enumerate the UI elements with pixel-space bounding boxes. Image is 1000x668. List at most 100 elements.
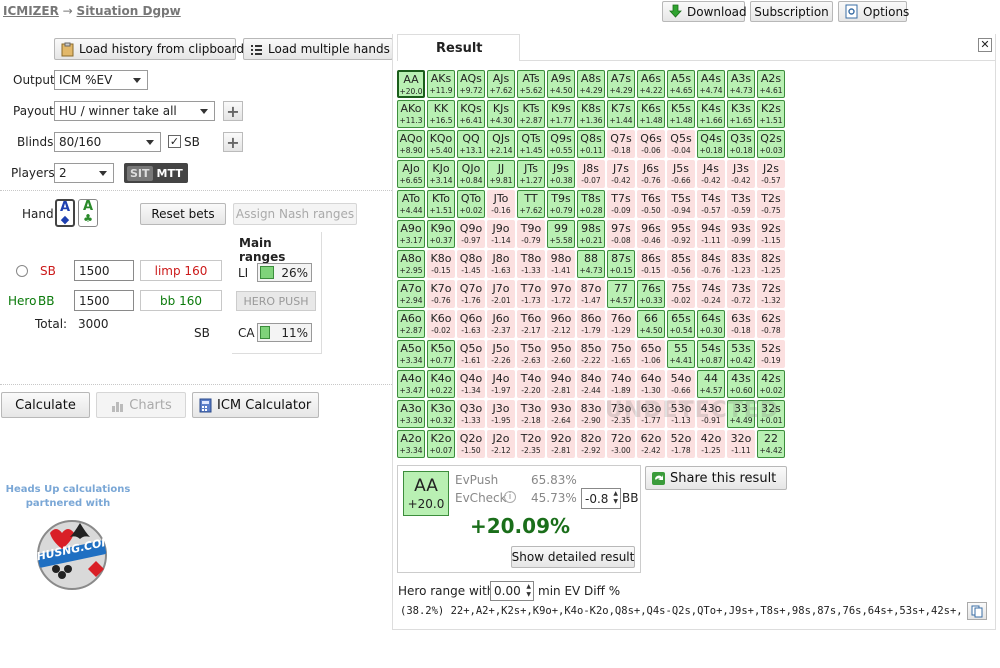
hand-cell-82s[interactable]: 82s -1.25 [757, 250, 785, 278]
hand-cell-73s[interactable]: 73s -0.72 [727, 280, 755, 308]
hand-cell-Q5o[interactable]: Q5o -1.61 [457, 340, 485, 368]
hand-cell-95s[interactable]: 95s -0.92 [667, 220, 695, 248]
hand-cell-KJo[interactable]: KJo +3.14 [427, 160, 455, 188]
hand-cell-43o[interactable]: 43o -0.91 [697, 400, 725, 428]
hand-cell-A7o[interactable]: A7o +2.94 [397, 280, 425, 308]
hand-cell-72o[interactable]: 72o -3.00 [607, 430, 635, 458]
add-payout-button[interactable]: + [223, 101, 243, 121]
hand-cell-93o[interactable]: 93o -2.64 [547, 400, 575, 428]
hand-cell-K6o[interactable]: K6o -0.02 [427, 310, 455, 338]
hand-cell-K3s[interactable]: K3s +1.65 [727, 100, 755, 128]
hand-cell-TT[interactable]: TT +7.62 [517, 190, 545, 218]
sit-option[interactable]: SIT [127, 165, 153, 181]
hand-cell-J6s[interactable]: J6s -0.76 [637, 160, 665, 188]
hand-cell-44[interactable]: 44 +4.57 [697, 370, 725, 398]
sb-radio[interactable] [16, 265, 28, 277]
hand-cell-J5o[interactable]: J5o -2.26 [487, 340, 515, 368]
min-ev-diff-input[interactable]: 0.00 ▲ ▼ [490, 581, 534, 601]
hand-cell-T7o[interactable]: T7o -1.73 [517, 280, 545, 308]
hand-cell-T9s[interactable]: T9s +0.79 [547, 190, 575, 218]
range-string[interactable]: (38.2%) 22+,A2+,K2s+,K9o+,K4o-K2o,Q8s+,Q… [400, 605, 962, 617]
hand-cell-K9o[interactable]: K9o +0.37 [427, 220, 455, 248]
hand-cell-K2s[interactable]: K2s +1.51 [757, 100, 785, 128]
hand-cell-T9o[interactable]: T9o -0.79 [517, 220, 545, 248]
hand-cell-63s[interactable]: 63s -0.18 [727, 310, 755, 338]
hand-cell-97o[interactable]: 97o -1.72 [547, 280, 575, 308]
hand-cell-Q9s[interactable]: Q9s +0.55 [547, 130, 575, 158]
hand-cell-JJ[interactable]: JJ +9.81 [487, 160, 515, 188]
hand-cell-93s[interactable]: 93s -0.99 [727, 220, 755, 248]
hand-cell-AJo[interactable]: AJo +6.65 [397, 160, 425, 188]
info-icon[interactable]: i [504, 491, 516, 503]
hand-cell-AKs[interactable]: AKs +11.9 [427, 70, 455, 98]
hand-cell-T3s[interactable]: T3s -0.59 [727, 190, 755, 218]
hand-cell-54s[interactable]: 54s +0.87 [697, 340, 725, 368]
hand-card-2[interactable]: A ♣ [78, 199, 98, 227]
hand-cell-77[interactable]: 77 +4.57 [607, 280, 635, 308]
hand-cell-95o[interactable]: 95o -2.60 [547, 340, 575, 368]
hand-cell-QJo[interactable]: QJo +0.84 [457, 160, 485, 188]
hand-cell-42s[interactable]: 42s +0.02 [757, 370, 785, 398]
hand-cell-ATo[interactable]: ATo +4.44 [397, 190, 425, 218]
hand-cell-Q7o[interactable]: Q7o -1.76 [457, 280, 485, 308]
hand-cell-KQs[interactable]: KQs +6.41 [457, 100, 485, 128]
hand-cell-53s[interactable]: 53s +0.42 [727, 340, 755, 368]
hand-cell-43s[interactable]: 43s +0.60 [727, 370, 755, 398]
hand-cell-J5s[interactable]: J5s -0.66 [667, 160, 695, 188]
hand-cell-J9o[interactable]: J9o -1.14 [487, 220, 515, 248]
hand-cell-85s[interactable]: 85s -0.56 [667, 250, 695, 278]
hand-cell-AQo[interactable]: AQo +8.90 [397, 130, 425, 158]
hand-cell-A8o[interactable]: A8o +2.95 [397, 250, 425, 278]
hand-cell-Q5s[interactable]: Q5s -0.04 [667, 130, 695, 158]
spinner-icon[interactable]: ▲ ▼ [526, 583, 531, 599]
hand-cell-J6o[interactable]: J6o -2.37 [487, 310, 515, 338]
hand-cell-74s[interactable]: 74s -0.24 [697, 280, 725, 308]
hand-cell-QTo[interactable]: QTo +0.02 [457, 190, 485, 218]
hand-cell-A2o[interactable]: A2o +3.34 [397, 430, 425, 458]
hand-cell-J2o[interactable]: J2o -2.12 [487, 430, 515, 458]
hand-cell-65o[interactable]: 65o -1.06 [637, 340, 665, 368]
hand-cell-Q8o[interactable]: Q8o -1.45 [457, 250, 485, 278]
hand-cell-K5o[interactable]: K5o +0.77 [427, 340, 455, 368]
result-tab[interactable]: Result [397, 34, 520, 61]
reset-bets-button[interactable]: Reset bets [140, 203, 226, 225]
load-history-button[interactable]: Load history from clipboard [54, 38, 244, 60]
hand-cell-64o[interactable]: 64o -1.30 [637, 370, 665, 398]
hand-cell-A9s[interactable]: A9s +4.50 [547, 70, 575, 98]
hand-cell-97s[interactable]: 97s -0.08 [607, 220, 635, 248]
hand-cell-83s[interactable]: 83s -1.23 [727, 250, 755, 278]
hand-cell-T4s[interactable]: T4s -0.57 [697, 190, 725, 218]
hand-cell-K7s[interactable]: K7s +1.44 [607, 100, 635, 128]
blinds-select[interactable]: 80/160 [54, 132, 161, 152]
hand-cell-QQ[interactable]: QQ +13.1 [457, 130, 485, 158]
sb-checkbox[interactable]: ✓ [168, 135, 181, 148]
hand-cell-Q8s[interactable]: Q8s +0.11 [577, 130, 605, 158]
hand-cell-AKo[interactable]: AKo +11.3 [397, 100, 425, 128]
hand-cell-74o[interactable]: 74o -1.89 [607, 370, 635, 398]
hand-cell-62o[interactable]: 62o -2.42 [637, 430, 665, 458]
charts-button[interactable]: Charts [96, 392, 186, 418]
hand-cell-A6s[interactable]: A6s +4.22 [637, 70, 665, 98]
hand-cell-KTo[interactable]: KTo +1.51 [427, 190, 455, 218]
players-select[interactable]: 2 [54, 163, 114, 183]
hand-cell-Q9o[interactable]: Q9o -0.97 [457, 220, 485, 248]
hand-cell-A7s[interactable]: A7s +4.29 [607, 70, 635, 98]
hand-cell-Q2o[interactable]: Q2o -1.50 [457, 430, 485, 458]
hand-cell-94s[interactable]: 94s -1.11 [697, 220, 725, 248]
hand-cell-A5s[interactable]: A5s +4.65 [667, 70, 695, 98]
hand-cell-86o[interactable]: 86o -1.79 [577, 310, 605, 338]
hand-cell-76s[interactable]: 76s +0.33 [637, 280, 665, 308]
hand-cell-A3s[interactable]: A3s +4.73 [727, 70, 755, 98]
hand-cell-96s[interactable]: 96s -0.46 [637, 220, 665, 248]
hand-cell-K4o[interactable]: K4o +0.22 [427, 370, 455, 398]
copy-range-button[interactable] [967, 602, 987, 620]
hand-cell-T8s[interactable]: T8s +0.28 [577, 190, 605, 218]
hand-cell-92o[interactable]: 92o -2.81 [547, 430, 575, 458]
hand-cell-T5o[interactable]: T5o -2.63 [517, 340, 545, 368]
hand-cell-82o[interactable]: 82o -2.92 [577, 430, 605, 458]
hand-cell-K7o[interactable]: K7o -0.76 [427, 280, 455, 308]
ca-range-bar[interactable]: 11% [257, 323, 312, 342]
sit-mtt-toggle[interactable]: SIT MTT [124, 163, 188, 183]
hand-cell-Q4o[interactable]: Q4o -1.34 [457, 370, 485, 398]
hand-cell-A8s[interactable]: A8s +4.29 [577, 70, 605, 98]
